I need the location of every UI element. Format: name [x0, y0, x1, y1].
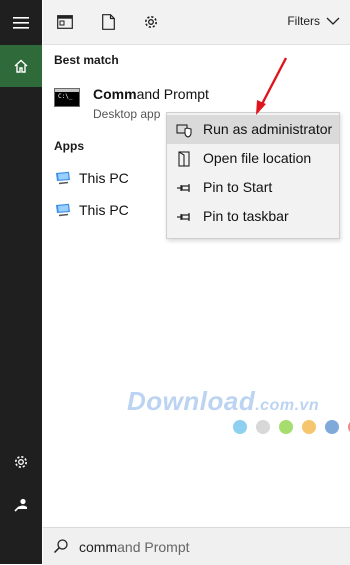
best-match-title-typed: Comm [93, 86, 137, 102]
pin-icon [177, 184, 190, 192]
search-icon [53, 539, 68, 554]
chevron-down-icon [326, 17, 340, 25]
hamburger-icon [13, 17, 29, 29]
context-menu: Run as administrator Open file location … [166, 112, 340, 239]
best-match-heading: Best match [54, 53, 119, 67]
gear-icon [15, 456, 27, 468]
app-result-label: This PC [79, 202, 129, 218]
search-results-panel: Filters Best match C:\_ Command Prompt D… [43, 0, 350, 564]
apps-filter-button[interactable] [55, 12, 75, 32]
search-suggestion-text: and Prompt [117, 539, 190, 555]
apps-heading: Apps [54, 139, 84, 153]
feedback-button[interactable] [0, 484, 42, 526]
search-input[interactable]: command Prompt [79, 539, 190, 555]
command-prompt-icon: C:\_ [54, 88, 80, 107]
watermark-logo: Download.com.vn [127, 386, 320, 416]
best-match-subtitle: Desktop app [93, 107, 161, 121]
monitor-icon [56, 203, 70, 217]
filters-dropdown[interactable]: Filters [287, 14, 340, 28]
menu-item-open-file-location[interactable]: Open file location [167, 144, 339, 173]
menu-item-pin-to-start[interactable]: Pin to Start [167, 173, 339, 202]
menu-item-label: Run as administrator [203, 121, 333, 137]
best-match-title-rest: and Prompt [136, 86, 209, 102]
home-icon [14, 59, 28, 73]
document-icon [101, 14, 115, 30]
documents-filter-button[interactable] [98, 12, 118, 32]
filters-label: Filters [287, 14, 320, 28]
settings-filter-button[interactable] [141, 12, 161, 32]
folder-location-icon [178, 151, 190, 167]
home-button[interactable] [0, 45, 42, 87]
menu-item-run-as-administrator[interactable]: Run as administrator [167, 115, 339, 144]
search-typed-text: comm [79, 539, 118, 555]
best-match-title: Command Prompt [93, 86, 209, 102]
toolbar: Filters [43, 0, 350, 45]
feedback-icon [14, 498, 27, 512]
menu-item-label: Pin to taskbar [203, 208, 289, 224]
menu-item-label: Pin to Start [203, 179, 273, 195]
gear-icon [145, 16, 157, 28]
monitor-icon [56, 171, 70, 185]
settings-button[interactable] [0, 441, 42, 483]
menu-item-pin-to-taskbar[interactable]: Pin to taskbar [167, 202, 339, 231]
sidebar [0, 0, 42, 564]
app-result-label: This PC [79, 170, 129, 186]
window-icon [57, 15, 73, 29]
menu-item-label: Open file location [203, 150, 312, 166]
menu-button[interactable] [0, 2, 42, 44]
search-box[interactable]: command Prompt [43, 527, 350, 565]
shield-icon [176, 124, 192, 138]
pin-icon [177, 213, 190, 221]
